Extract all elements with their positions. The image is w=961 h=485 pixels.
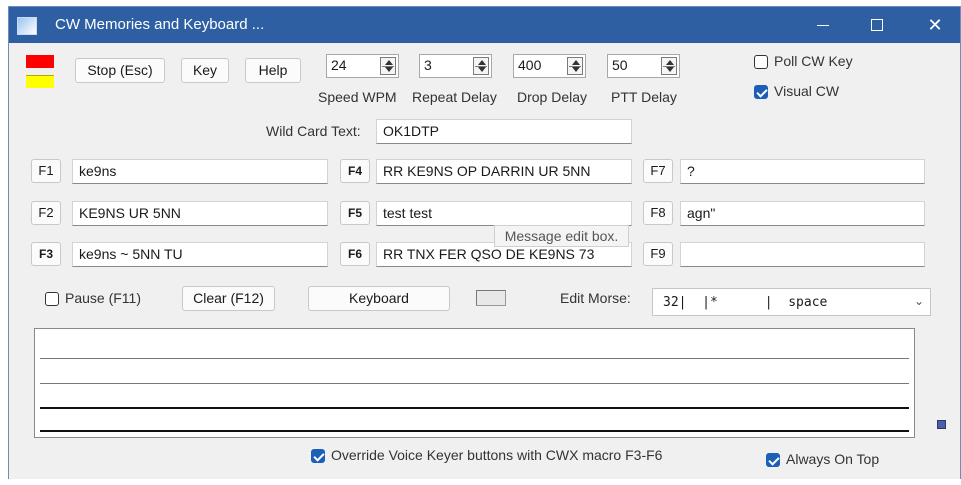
cw-memories-window: CW Memories and Keyboard ... ✕ Stop (Esc… <box>8 6 961 485</box>
f6-button[interactable]: F6 <box>340 242 370 266</box>
maximize-icon <box>871 19 883 31</box>
resize-indicator <box>937 420 946 429</box>
poll-cw-key-checkbox[interactable] <box>754 55 768 69</box>
chevron-down-icon[interactable]: ⌄ <box>914 294 924 308</box>
override-voice-keyer-checkbox[interactable] <box>311 449 325 463</box>
visual-cw-label[interactable]: Visual CW <box>774 83 839 99</box>
cw-trace-line <box>40 430 909 432</box>
always-on-top-label[interactable]: Always On Top <box>786 451 879 467</box>
f3-button[interactable]: F3 <box>31 242 61 266</box>
f2-button[interactable]: F2 <box>31 201 61 225</box>
window-title: CW Memories and Keyboard ... <box>55 16 265 33</box>
override-voice-keyer-label[interactable]: Override Voice Keyer buttons with CWX ma… <box>331 447 662 463</box>
bottom-strip <box>0 479 961 485</box>
spinner-arrows-icon[interactable] <box>567 57 583 75</box>
app-icon <box>17 17 37 35</box>
edit-morse-label: Edit Morse: <box>560 290 631 306</box>
always-on-top-checkbox[interactable] <box>766 453 780 467</box>
ptt-delay-value: 50 <box>612 57 628 73</box>
f5-message-input[interactable]: test test <box>376 201 632 226</box>
wildcard-label: Wild Card Text: <box>266 123 361 139</box>
spinner-arrows-icon[interactable] <box>661 57 677 75</box>
f4-button[interactable]: F4 <box>340 159 370 183</box>
repeat-delay-value: 3 <box>424 57 432 73</box>
speed-wpm-value: 24 <box>331 57 347 73</box>
f9-message-input[interactable] <box>680 242 925 267</box>
f7-message-input[interactable]: ? <box>680 159 925 184</box>
wildcard-input[interactable]: OK1DTP <box>376 119 632 144</box>
key-button[interactable]: Key <box>181 58 229 83</box>
close-icon: ✕ <box>927 15 943 35</box>
f8-button[interactable]: F8 <box>643 201 673 225</box>
spinner-arrows-icon[interactable] <box>473 57 489 75</box>
minimize-button[interactable] <box>800 7 846 43</box>
help-button[interactable]: Help <box>245 58 301 83</box>
pause-checkbox[interactable] <box>45 292 59 306</box>
edit-morse-dropdown[interactable]: 32| |* | space ⌄ <box>652 288 931 316</box>
ptt-delay-label: PTT Delay <box>611 89 677 105</box>
f9-button[interactable]: F9 <box>643 242 673 266</box>
speed-wpm-spinner[interactable]: 24 <box>326 54 399 78</box>
ptt-delay-spinner[interactable]: 50 <box>607 54 680 78</box>
yellow-indicator <box>26 75 54 88</box>
message-edit-tooltip: Message edit box. <box>494 225 629 247</box>
cw-trace-line <box>40 358 909 359</box>
edit-morse-value: 32| |* | space <box>663 295 828 310</box>
speed-wpm-label: Speed WPM <box>318 89 397 105</box>
drop-delay-spinner[interactable]: 400 <box>513 54 586 78</box>
close-button[interactable]: ✕ <box>912 7 958 43</box>
poll-cw-key-label[interactable]: Poll CW Key <box>774 53 853 69</box>
clear-button[interactable]: Clear (F12) <box>182 286 275 311</box>
f8-message-input[interactable]: agn" <box>680 201 925 226</box>
pause-label[interactable]: Pause (F11) <box>65 290 141 306</box>
keying-indicator <box>476 290 506 306</box>
visual-cw-checkbox[interactable] <box>754 85 768 99</box>
maximize-button[interactable] <box>854 7 900 43</box>
repeat-delay-spinner[interactable]: 3 <box>419 54 492 78</box>
cw-trace-line <box>40 383 909 384</box>
drop-delay-value: 400 <box>518 57 542 73</box>
visual-cw-display <box>34 328 915 438</box>
drop-delay-label: Drop Delay <box>517 89 588 105</box>
spinner-arrows-icon[interactable] <box>380 57 396 75</box>
f5-button[interactable]: F5 <box>340 201 370 225</box>
f1-button[interactable]: F1 <box>31 159 61 183</box>
title-bar[interactable]: CW Memories and Keyboard ... ✕ <box>9 7 960 43</box>
repeat-delay-label: Repeat Delay <box>412 89 497 105</box>
f2-message-input[interactable]: KE9NS UR 5NN <box>72 201 328 226</box>
f4-message-input[interactable]: RR KE9NS OP DARRIN UR 5NN <box>376 159 632 184</box>
minimize-icon <box>817 25 829 26</box>
cw-trace-line <box>40 407 909 409</box>
f3-message-input[interactable]: ke9ns ~ 5NN TU <box>72 242 328 267</box>
red-indicator <box>26 55 54 68</box>
keyboard-button[interactable]: Keyboard <box>308 286 450 311</box>
stop-button[interactable]: Stop (Esc) <box>75 58 165 83</box>
f7-button[interactable]: F7 <box>643 159 673 183</box>
f1-message-input[interactable]: ke9ns <box>72 159 328 184</box>
